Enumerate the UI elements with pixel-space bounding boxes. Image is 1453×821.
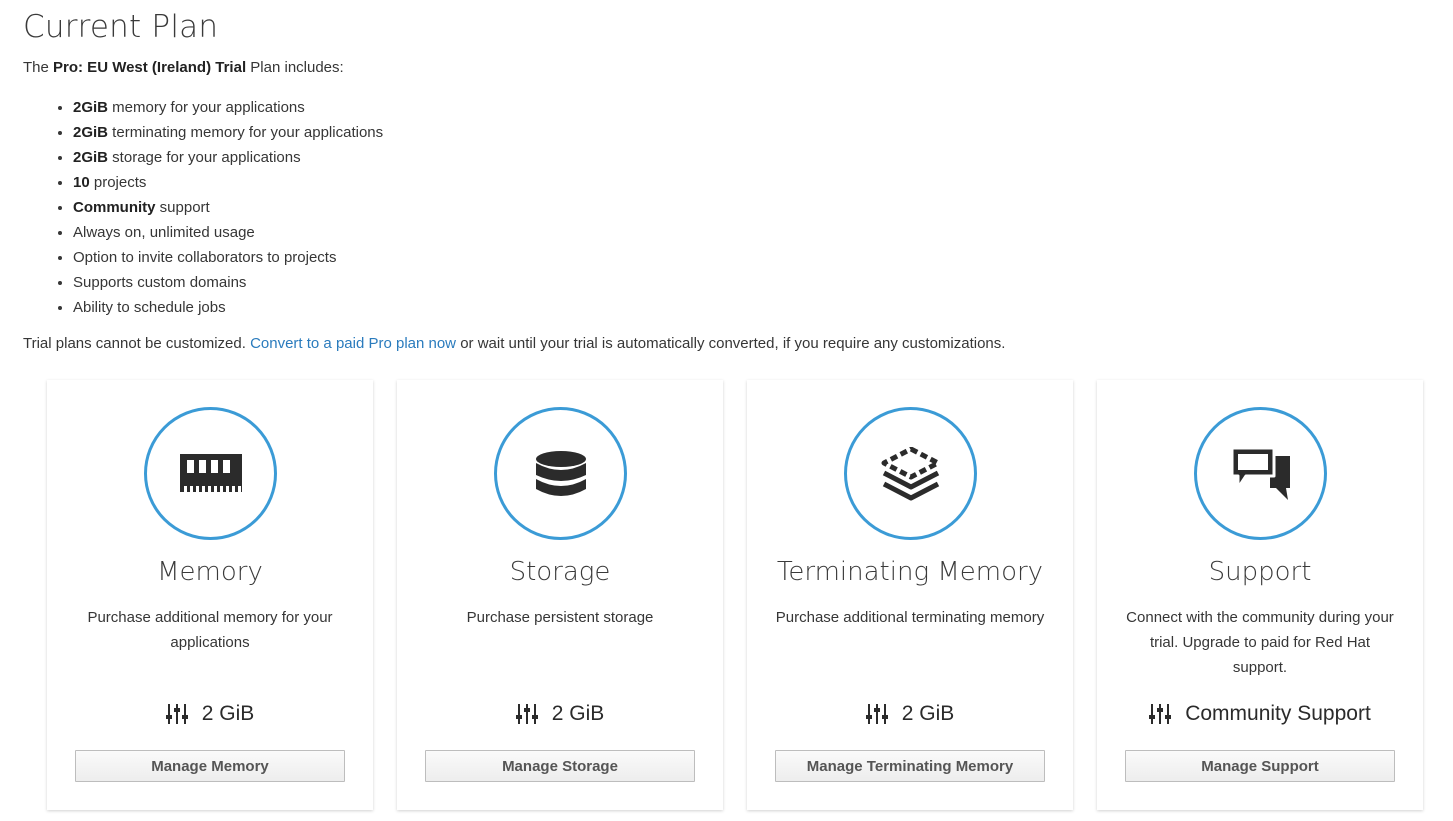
plan-features-list: 2GiB memory for your applications 2GiB t… (23, 95, 1453, 320)
convert-to-paid-link[interactable]: Convert to a paid Pro plan now (250, 335, 456, 352)
memory-icon (179, 453, 242, 492)
memory-description: Purchase additional memory for your appl… (87, 609, 333, 651)
feature-item: Community support (73, 195, 1453, 220)
support-value-text: Community Support (1185, 702, 1371, 725)
manage-memory-button[interactable]: Manage Memory (75, 750, 345, 782)
feature-item: 2GiB storage for your applications (73, 145, 1453, 170)
terminating-memory-value: 2 GiB (747, 702, 1073, 726)
terminating-memory-card: Terminating Memory Purchase additional t… (747, 380, 1073, 810)
memory-title: Memory (157, 557, 263, 587)
plan-intro: The Pro: EU West (Ireland) Trial Plan in… (23, 59, 344, 76)
feature-item: 2GiB memory for your applications (73, 95, 1453, 120)
memory-icon-circle (144, 407, 277, 540)
storage-title: Storage (509, 557, 611, 587)
feature-item: Option to invite collaborators to projec… (73, 245, 1453, 270)
terminating-memory-value-text: 2 GiB (901, 702, 955, 725)
trial-note: Trial plans cannot be customized. Conver… (23, 335, 1006, 352)
memory-value-text: 2 GiB (201, 702, 255, 725)
memory-value: 2 GiB (47, 702, 373, 726)
terminating-memory-description: Purchase additional terminating memory (775, 609, 1045, 626)
storage-icon-circle (494, 407, 627, 540)
feature-item: 2GiB terminating memory for your applica… (73, 120, 1453, 145)
plan-name: Pro: EU West (Ireland) Trial (53, 59, 247, 76)
plan-cards: Memory Purchase additional memory for yo… (47, 380, 1423, 810)
chat-icon (1230, 446, 1290, 500)
manage-storage-button[interactable]: Manage Storage (425, 750, 695, 782)
feature-item: Always on, unlimited usage (73, 220, 1453, 245)
storage-icon (535, 450, 586, 496)
sliders-icon (865, 703, 888, 725)
support-card: Support Connect with the community durin… (1097, 380, 1423, 810)
storage-value-text: 2 GiB (551, 702, 605, 725)
terminating-memory-icon-circle (844, 407, 977, 540)
storage-card: Storage Purchase persistent storage 2 Gi… (397, 380, 723, 810)
support-title: Support (1208, 557, 1312, 587)
support-description: Connect with the community during your t… (1126, 609, 1394, 676)
layers-icon (881, 446, 940, 500)
page-title: Current Plan (23, 9, 219, 45)
sliders-icon (165, 703, 188, 725)
feature-item: Supports custom domains (73, 270, 1453, 295)
support-icon-circle (1194, 407, 1327, 540)
memory-card: Memory Purchase additional memory for yo… (47, 380, 373, 810)
sliders-icon (1149, 703, 1172, 725)
current-plan-page: Current Plan The Pro: EU West (Ireland) … (0, 0, 1453, 354)
storage-description: Purchase persistent storage (466, 609, 654, 626)
terminating-memory-title: Terminating Memory (776, 557, 1044, 587)
sliders-icon (515, 703, 538, 725)
feature-item: 10 projects (73, 170, 1453, 195)
feature-item: Ability to schedule jobs (73, 295, 1453, 320)
manage-terminating-memory-button[interactable]: Manage Terminating Memory (775, 750, 1045, 782)
support-value: Community Support (1097, 702, 1423, 726)
manage-support-button[interactable]: Manage Support (1125, 750, 1395, 782)
storage-value: 2 GiB (397, 702, 723, 726)
